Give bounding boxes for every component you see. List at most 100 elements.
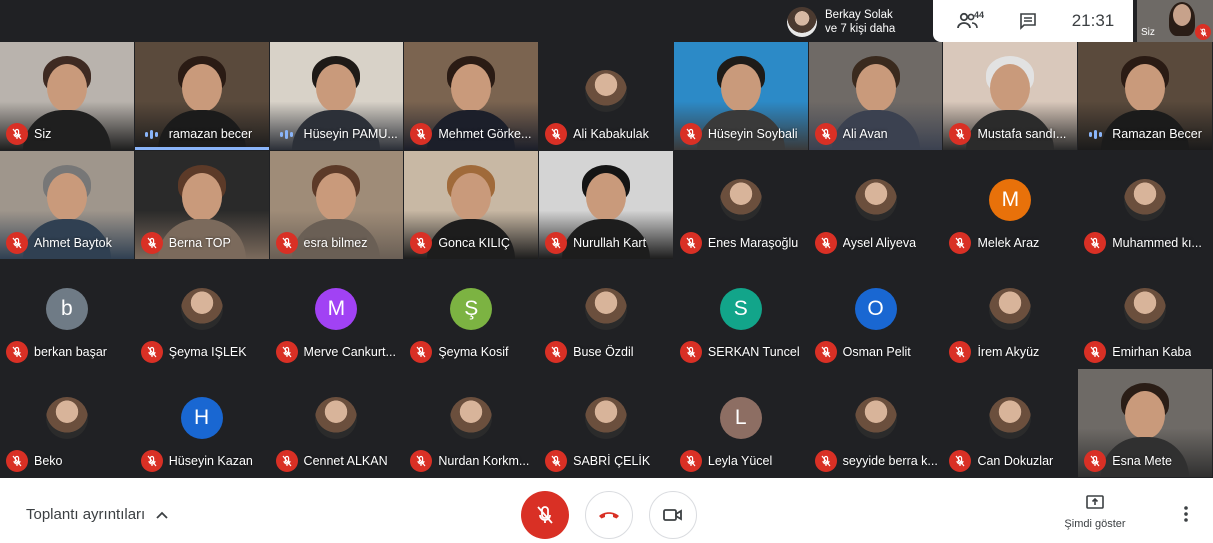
participant-tile[interactable]: Gonca KILIÇ [404,151,539,259]
meeting-details-button[interactable]: Toplantı ayrıntıları [26,506,169,523]
participant-tile[interactable]: Ramazan Becer [1078,42,1212,150]
speaking-indicator-icon [1084,123,1106,145]
mic-off-icon [545,123,568,145]
mic-off-icon [140,450,163,472]
participant-tile[interactable]: Ş Şeyma Kosif [404,260,539,368]
mic-off-icon [679,450,702,472]
participant-name: Hüseyin PAMU... [303,127,398,141]
participant-name: Can Dokuzlar [977,454,1054,468]
participant-tile[interactable]: Mehmet Görke... [404,42,539,150]
participant-tile[interactable]: ramazan becer [134,42,269,150]
mic-off-icon [6,450,28,472]
participant-name: Nurdan Korkm... [438,454,530,468]
participant-tile[interactable]: Esna Mete [1078,369,1212,477]
avatar [584,397,627,439]
participant-tile[interactable]: Berna TOP [134,151,269,259]
mic-off-icon [6,341,28,363]
people-button[interactable]: 44 [933,0,1003,42]
participant-tile[interactable]: Nurullah Kart [539,151,673,259]
participant-tile[interactable]: Ali Kabakulak [539,42,673,150]
participant-tile[interactable]: b berkan başar [0,260,134,368]
participant-tile[interactable]: L Leyla Yücel [673,369,808,477]
participant-tile[interactable]: M Melek Araz [943,151,1078,259]
participant-tile[interactable]: Aysel Aliyeva [808,151,943,259]
present-now-button[interactable]: Şimdi göster [1058,494,1132,530]
present-now-label: Şimdi göster [1064,518,1126,530]
avatar [989,397,1032,439]
participant-name: Melek Araz [977,236,1040,250]
camera-toggle-button[interactable] [649,491,697,539]
participant-tile[interactable]: Emirhan Kaba [1078,260,1212,368]
participant-tile[interactable]: Enes Maraşoğlu [673,151,808,259]
self-view[interactable]: Siz [1137,0,1213,42]
mic-off-icon [6,232,28,254]
mic-off-icon [814,232,837,254]
avatar: L [719,397,762,439]
more-options-button[interactable] [1176,502,1196,526]
participant-tile[interactable]: İrem Akyüz [943,260,1078,368]
mic-off-icon [679,123,702,145]
participant-name: Nurullah Kart [573,236,647,250]
participant-tile[interactable]: O Osman Pelit [808,260,943,368]
participant-name: Berna TOP [168,236,231,250]
avatar [854,179,897,221]
participant-name: Gonca KILIÇ [438,236,510,250]
participant-tile[interactable]: S SERKAN Tuncel [673,260,808,368]
participant-tile[interactable]: M Merve Cankurt... [269,260,404,368]
mic-off-icon [140,232,163,254]
participant-name: Hüseyin Kazan [168,454,253,468]
meeting-details-label: Toplantı ayrıntıları [26,506,146,523]
mic-off-icon [949,450,972,472]
mic-off-icon [814,450,837,472]
mic-off-icon [275,232,298,254]
participant-tile[interactable]: Beko [0,369,134,477]
participant-name: Siz [34,127,52,141]
participant-name: Buse Özdil [573,345,634,359]
participant-name: Cennet ALKAN [303,454,388,468]
participant-name: Merve Cankurt... [303,345,396,359]
more-vert-icon [1184,506,1188,522]
participant-tile[interactable]: H Hüseyin Kazan [134,369,269,477]
participant-tile[interactable]: Cennet ALKAN [269,369,404,477]
participant-tile[interactable]: Buse Özdil [539,260,673,368]
leave-call-button[interactable] [585,491,633,539]
participant-tile[interactable]: Mustafa sandı... [943,42,1078,150]
participant-name: Mustafa sandı... [977,127,1067,141]
participant-tile[interactable]: esra bilmez [269,151,404,259]
chat-button[interactable] [1003,0,1053,42]
avatar: S [719,288,762,330]
avatar: b [45,288,88,330]
participant-tile[interactable]: Siz [0,42,134,150]
participant-name: Emirhan Kaba [1112,345,1192,359]
participant-tile[interactable]: Nurdan Korkm... [404,369,539,477]
mic-off-icon [545,341,568,363]
avatar: M [315,288,358,330]
microphone-toggle-button[interactable] [521,491,569,539]
avatar: M [989,179,1032,221]
participant-name: seyyide berra k... [842,454,938,468]
avatar [1124,179,1167,221]
mic-off-icon [275,450,298,472]
present-icon [1086,495,1104,509]
participant-count: 44 [974,10,985,20]
participant-tile[interactable]: SABRİ ÇELİK [539,369,673,477]
participant-tile[interactable]: Can Dokuzlar [943,369,1078,477]
camera-icon [663,509,682,521]
participant-tile[interactable]: Hüseyin PAMU... [269,42,404,150]
participant-tile[interactable]: Ahmet Baytok [0,151,134,259]
participant-name: Enes Maraşoğlu [707,236,799,250]
participant-tile[interactable]: seyyide berra k... [808,369,943,477]
participant-tile[interactable]: Hüseyin Soybali [673,42,808,150]
participant-tile[interactable]: Ali Avan [808,42,943,150]
others-count: ve 7 kişi daha [825,22,896,35]
avatar [584,70,627,112]
participant-tile[interactable]: Muhammed kı... [1078,151,1212,259]
participant-tile[interactable]: Şeyma IŞLEK [134,260,269,368]
chevron-up-icon [156,511,168,519]
participant-name: Mehmet Görke... [438,127,532,141]
mic-off-icon [949,123,972,145]
mic-off-icon [1084,232,1107,254]
other-participants-chip[interactable]: Berkay Solak ve 7 kişi daha [783,3,933,40]
participant-name: Hüseyin Soybali [707,127,798,141]
mic-off-icon [814,123,837,145]
